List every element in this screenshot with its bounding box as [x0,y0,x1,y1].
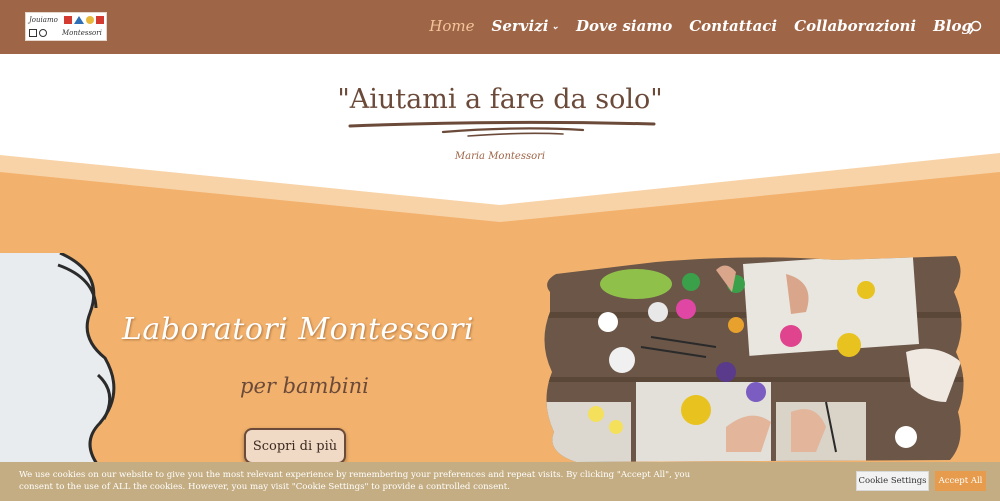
nav-collaborazioni[interactable]: Collaborazioni [794,17,916,35]
lab-subtitle: per bambini [240,374,369,398]
logo-red-square-2 [96,16,104,24]
nav-blog[interactable]: Blog [933,17,972,35]
logo-outline-square [29,29,37,37]
accept-all-button[interactable]: Accept All [935,471,986,491]
site-header: Jouiamo Montessori Home Servizi ⌄ Dove si… [0,0,1000,54]
children-painting-photo [544,256,964,462]
cookie-consent-bar: We use cookies on our website to give yo… [0,462,1000,501]
cookie-consent-text: We use cookies on our website to give yo… [19,470,691,492]
nav-home[interactable]: Home [429,17,474,35]
logo-outline-circle [39,29,47,37]
nav-dove-siamo[interactable]: Dove siamo [576,17,672,35]
logo-red-square [64,16,72,24]
nav-servizi-label: Servizi [491,17,549,35]
hero-quote: "Aiutami a fare da solo" [337,84,663,115]
lab-title: Laboratori Montessori [122,312,475,347]
search-icon[interactable] [968,20,982,36]
cookie-settings-button[interactable]: Cookie Settings [856,471,929,491]
logo-blue-triangle [74,16,84,24]
logo-text-line1: Jouiamo [29,16,58,24]
logo-yellow-circle [86,16,94,24]
nav-contattaci[interactable]: Contattaci [689,17,777,35]
discover-more-button[interactable]: Scopri di più [244,428,346,464]
quote-underline-decoration [348,120,656,137]
nav-servizi[interactable]: Servizi ⌄ [492,17,559,35]
chevron-down-icon: ⌄ [551,22,559,32]
logo-text-line2: Montessori [62,29,102,37]
site-logo[interactable]: Jouiamo Montessori [25,12,107,41]
main-navigation: Home Servizi ⌄ Dove siamo Contattaci Coll… [429,17,972,35]
